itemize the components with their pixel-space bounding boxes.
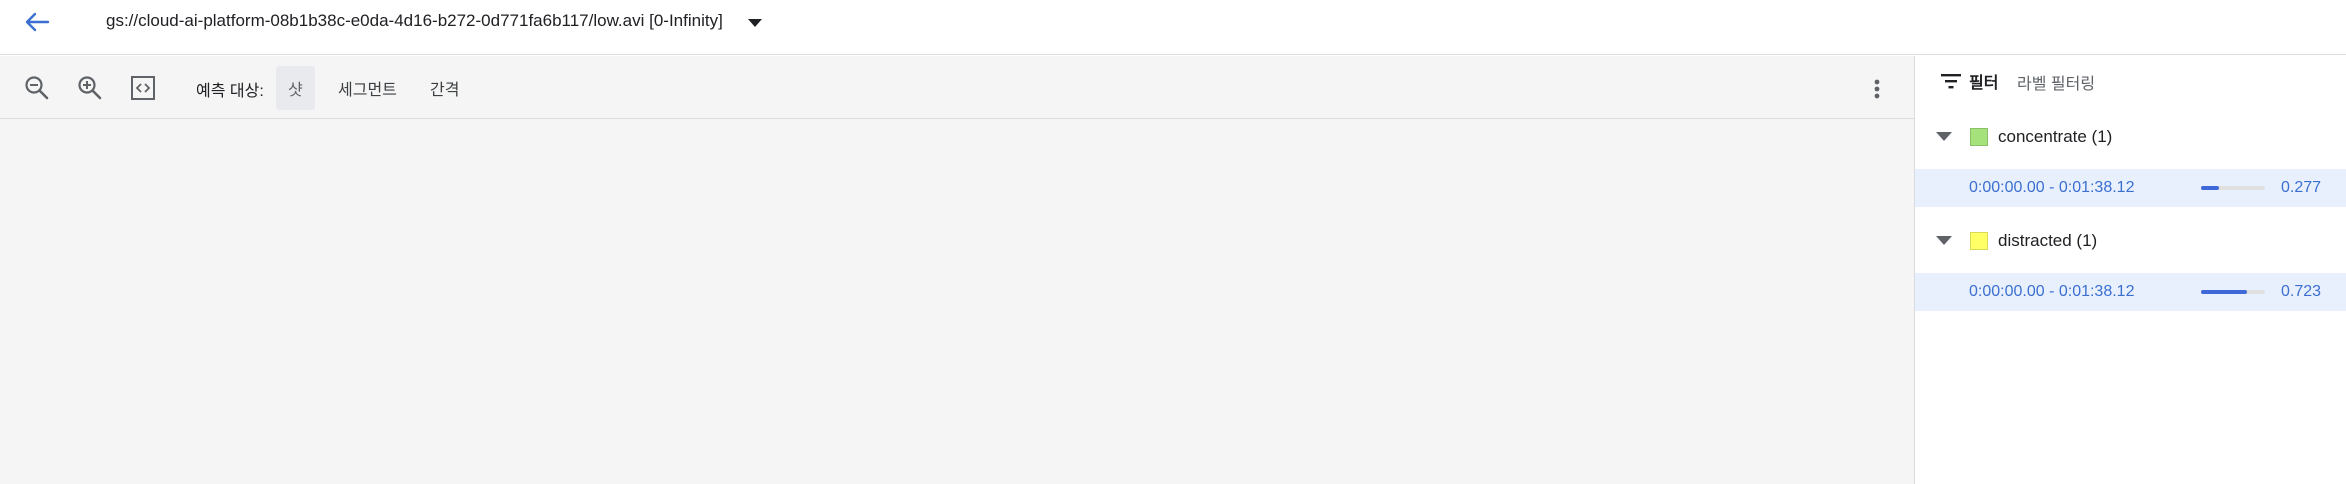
label-group-name: concentrate (1)	[1998, 127, 2113, 146]
video-timeline-pane: 예측 대상: 샷 세그먼트 간격	[0, 56, 1914, 484]
collapse-caret-icon[interactable]	[1934, 127, 1954, 147]
timeline-toolbar: 예측 대상: 샷 세그먼트 간격	[0, 56, 1914, 119]
confidence-bar-fill	[2201, 186, 2219, 190]
result-time-range: 0:00:00.00 - 0:01:38.12	[1969, 283, 2135, 300]
result-time-range: 0:00:00.00 - 0:01:38.12	[1969, 179, 2135, 196]
file-dropdown-caret-icon[interactable]	[746, 17, 764, 29]
label-color-swatch	[1970, 128, 1988, 146]
fit-to-view-icon[interactable]	[128, 73, 158, 103]
confidence-score: 0.723	[2281, 283, 2322, 300]
filter-bar: 필터 라벨 필터링	[1915, 56, 2346, 106]
result-row[interactable]: 0:00:00.00 - 0:01:38.12 0.723	[1915, 273, 2346, 311]
zoom-out-icon[interactable]	[22, 73, 52, 103]
label-filter-input[interactable]: 라벨 필터링	[2017, 70, 2095, 94]
label-group-name: distracted (1)	[1998, 231, 2098, 250]
label-color-swatch	[1970, 232, 1988, 250]
top-bar: gs://cloud-ai-platform-08b1b38c-e0da-4d1…	[0, 0, 2346, 55]
label-group-concentrate[interactable]: concentrate (1)	[1915, 112, 2346, 162]
more-options-icon[interactable]	[1866, 74, 1888, 104]
confidence-bar	[2201, 290, 2265, 294]
filter-label: 필터	[1969, 75, 1999, 92]
collapse-caret-icon[interactable]	[1934, 231, 1954, 251]
filter-button[interactable]: 필터	[1941, 69, 1998, 93]
filter-icon	[1941, 74, 1961, 89]
label-results-panel: 필터 라벨 필터링 concentrate (1) 0:00:00.00 - 0…	[1915, 56, 2346, 484]
tab-shot[interactable]: 샷	[276, 66, 315, 110]
confidence-bar-fill	[2201, 290, 2248, 294]
tab-segment[interactable]: 세그먼트	[326, 66, 409, 110]
confidence-bar	[2201, 186, 2265, 190]
file-title[interactable]: gs://cloud-ai-platform-08b1b38c-e0da-4d1…	[106, 11, 723, 31]
result-row[interactable]: 0:00:00.00 - 0:01:38.12 0.277	[1915, 169, 2346, 207]
label-group-distracted[interactable]: distracted (1)	[1915, 216, 2346, 266]
predict-target-label: 예측 대상:	[196, 83, 264, 100]
back-arrow-icon[interactable]	[22, 9, 52, 35]
tab-interval[interactable]: 간격	[418, 66, 471, 110]
confidence-score: 0.277	[2281, 179, 2322, 196]
zoom-in-icon[interactable]	[75, 73, 105, 103]
